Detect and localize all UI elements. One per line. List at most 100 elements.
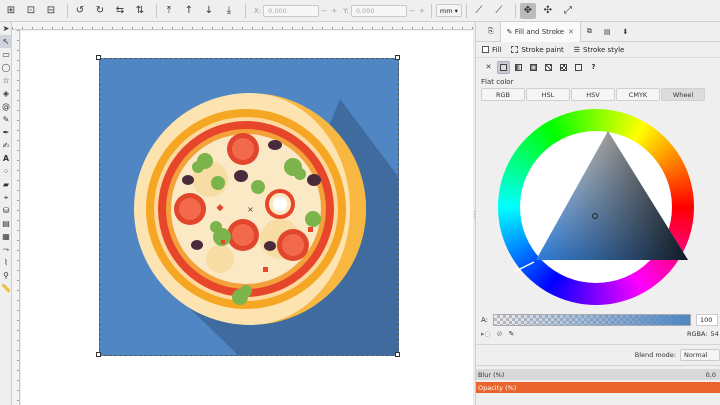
mode-tab-rgb[interactable]: RGB [481,88,525,101]
horizontal-ruler[interactable] [12,22,473,30]
select-all-layers-icon[interactable]: ⊡ [23,3,39,19]
scale-stroke-icon[interactable]: ⟋ [471,3,487,19]
subtab-stroke-paint[interactable]: Stroke paint [511,46,564,54]
eraser-tool-icon[interactable]: ▰ [0,178,12,191]
x-increment-icon[interactable]: + [329,5,339,17]
color-wheel-area [476,101,720,311]
connector-tool-icon[interactable]: ⤳ [0,243,12,256]
subtab-stroke-style[interactable]: ☰ Stroke style [574,46,625,54]
measure-tool-icon[interactable]: 📏 [0,282,12,295]
node-tool-icon[interactable]: ↖ [0,35,12,48]
mesh-gradient-button[interactable] [542,61,555,74]
radial-gradient-button[interactable] [527,61,540,74]
tab-fill-and-stroke-label: Fill and Stroke [514,27,564,36]
deselect-icon[interactable]: ⊟ [43,3,59,19]
pen-tool-icon[interactable]: ✒ [0,126,12,139]
close-tab-icon[interactable]: ✕ [568,28,574,36]
out-of-gamut-icon: ⊘ [496,330,503,338]
3d-box-tool-icon[interactable]: ◈ [0,87,12,100]
selected-image-object[interactable]: × [99,58,399,356]
flip-vertical-icon[interactable]: ⇅ [132,3,148,19]
selection-handle-bottom-right[interactable] [395,352,400,357]
scale-corners-icon[interactable]: ⟋ [491,3,507,19]
dock-resize-handle[interactable]: ⋮ [471,210,479,220]
spray-tool-icon[interactable]: ⁘ [0,165,12,178]
tab-document-properties[interactable]: ⎘ [482,22,500,42]
separator [465,3,467,18]
drawing-canvas[interactable]: × [21,31,473,405]
selection-handle-bottom-left[interactable] [96,352,101,357]
mode-tab-hsl[interactable]: HSL [526,88,570,101]
tweak-tool-icon[interactable]: ⌇ [0,256,12,269]
linear-gradient-button[interactable] [512,61,525,74]
x-label: X: [254,6,262,15]
vertical-ruler[interactable] [12,30,20,405]
dock-tabs: ⎘ ✎ Fill and Stroke ✕ ⧉ ▤ ⬇ [476,21,720,42]
y-decrement-icon[interactable]: − [407,5,417,17]
blur-slider[interactable]: Blur (%) 0,0 [476,369,720,380]
tab-export[interactable]: ⬇ [617,22,635,42]
alpha-slider[interactable] [493,314,691,326]
zoom-tool-icon[interactable]: ⚲ [0,269,12,282]
fill-stroke-subtabs: Fill Stroke paint ☰ Stroke style [476,42,720,58]
tab-fill-and-stroke[interactable]: ✎ Fill and Stroke ✕ [499,21,581,42]
unset-paint-button[interactable]: ? [587,61,600,74]
gradient-tool-icon[interactable]: ▤ [0,217,12,230]
raise-to-top-icon[interactable]: ⤒ [161,3,177,19]
fill-icon [482,46,489,53]
sv-triangle[interactable] [498,109,694,305]
y-input[interactable]: 0,000 [350,4,407,17]
y-increment-icon[interactable]: + [417,5,427,17]
text-tool-icon[interactable]: A [0,152,12,165]
no-paint-button[interactable]: ✕ [482,61,495,74]
selection-handle-top-right[interactable] [395,55,400,60]
subtab-fill-label: Fill [492,45,502,54]
flip-horizontal-icon[interactable]: ⇆ [112,3,128,19]
subtab-fill[interactable]: Fill [482,46,501,54]
unset-paint-label: ? [591,63,596,71]
pattern-button[interactable] [557,61,570,74]
paint-type-row: ✕ ? [476,58,720,76]
dropper-icon[interactable]: ✎ [509,330,515,338]
paint-bucket-tool-icon[interactable]: ⛁ [0,204,12,217]
rotate-cw-icon[interactable]: ↻ [92,3,108,19]
tab-layers[interactable]: ⧉ [581,22,598,42]
mode-tab-cmyk[interactable]: CMYK [616,88,660,101]
blend-mode-select[interactable]: Normal [680,349,720,361]
alpha-input[interactable]: 100 [696,314,718,326]
lower-icon[interactable]: ↓ [201,3,217,19]
transform-gradients-icon[interactable]: ✥ [519,2,536,19]
mode-tab-wheel[interactable]: Wheel [661,88,705,101]
rgba-input[interactable]: 54 [711,330,719,338]
rotate-ccw-icon[interactable]: ↺ [72,3,88,19]
toolbox: ➤ ↖ ▭ ◯ ☆ ◈ @ ✎ ✒ ✍ A ⁘ ▰ ⌖ ⛁ ▤ ▦ ⤳ ⌇ ⚲ … [0,22,12,405]
rectangle-tool-icon[interactable]: ▭ [0,48,12,61]
opacity-slider[interactable]: Opacity (%) [476,382,720,393]
blend-mode-row: Blend mode: Normal [476,348,720,362]
lower-to-bottom-icon[interactable]: ⤓ [221,3,237,19]
x-decrement-icon[interactable]: − [319,5,329,17]
raise-icon[interactable]: ↑ [181,3,197,19]
spiral-tool-icon[interactable]: @ [0,100,12,113]
pizza-illustration: × [134,93,398,355]
mesh-tool-icon[interactable]: ▦ [0,230,12,243]
blur-value: 0,0 [705,370,716,379]
star-tool-icon[interactable]: ☆ [0,74,12,87]
pencil-tool-icon[interactable]: ✎ [0,113,12,126]
x-input[interactable]: 0,000 [263,4,320,17]
ellipse-tool-icon[interactable]: ◯ [0,61,12,74]
calligraphy-tool-icon[interactable]: ✍ [0,139,12,152]
alpha-label: A: [481,316,489,324]
mode-tab-hsv[interactable]: HSV [571,88,615,101]
selector-tool-icon[interactable]: ➤ [0,22,12,35]
transform-patterns-icon[interactable]: ✣ [540,3,556,19]
flat-color-button[interactable] [497,60,510,74]
fill-stroke-dock: ⎘ ✎ Fill and Stroke ✕ ⧉ ▤ ⬇ Fill Stroke … [475,21,720,405]
transform-patterns-alt-icon[interactable]: ⤢ [560,3,576,19]
select-all-icon[interactable]: ⊞ [3,3,19,19]
dropper-tool-icon[interactable]: ⌖ [0,191,12,204]
unit-select[interactable]: mm ▾ [435,4,462,17]
swatch-button[interactable] [572,61,585,74]
selection-handle-top-left[interactable] [96,55,101,60]
tab-objects[interactable]: ▤ [598,22,617,42]
